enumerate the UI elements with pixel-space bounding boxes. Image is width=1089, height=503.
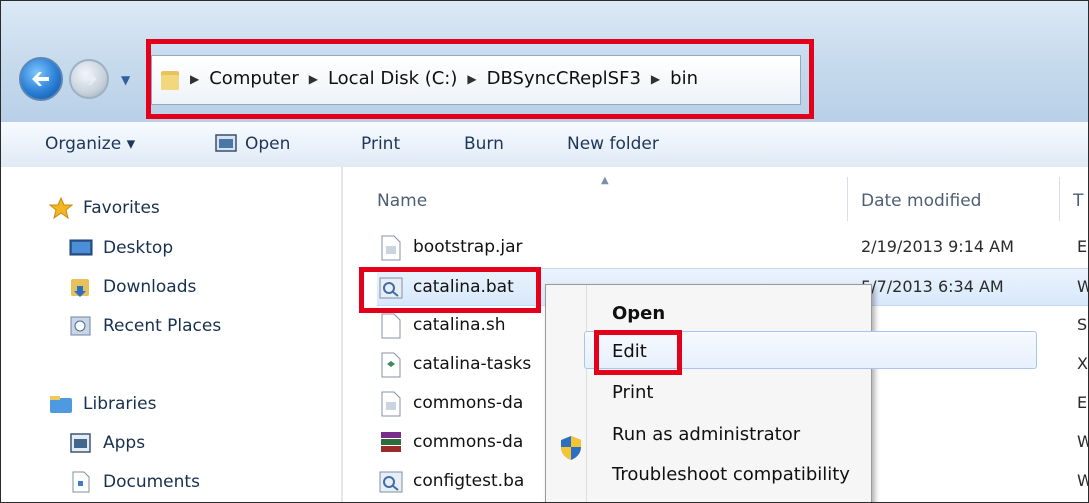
sidebar-item-recent-places[interactable]: Recent Places bbox=[69, 315, 221, 337]
back-button[interactable] bbox=[19, 57, 63, 101]
sidebar-item-favorites[interactable]: Favorites bbox=[49, 197, 160, 219]
address-highlight-box bbox=[146, 39, 814, 119]
sidebar-item-libraries[interactable]: Libraries bbox=[49, 393, 156, 415]
file-name: commons-da bbox=[413, 393, 524, 413]
new-folder-button[interactable]: New folder bbox=[567, 134, 659, 154]
column-divider[interactable] bbox=[847, 177, 848, 221]
xml-file-icon bbox=[381, 352, 401, 378]
text-file-icon bbox=[381, 313, 401, 339]
menu-gutter bbox=[586, 285, 587, 502]
file-type: E bbox=[1077, 393, 1088, 412]
menu-item-print[interactable]: Print bbox=[612, 382, 653, 403]
sidebar-item-label: Libraries bbox=[83, 394, 157, 414]
command-toolbar: Organize ▾ Open Print Burn New folder bbox=[1, 121, 1088, 169]
sidebar-item-downloads[interactable]: Downloads bbox=[69, 276, 196, 298]
forward-button[interactable] bbox=[69, 59, 109, 99]
organize-button[interactable]: Organize ▾ bbox=[45, 134, 135, 154]
file-name: configtest.ba bbox=[413, 471, 525, 491]
burn-button[interactable]: Burn bbox=[464, 134, 504, 154]
sidebar-item-documents[interactable]: Documents bbox=[69, 471, 200, 493]
open-app-icon bbox=[215, 134, 237, 152]
file-date: 5/7/2013 6:34 AM bbox=[861, 277, 1004, 296]
navigation-pane: Favorites Desktop Downloads Recent Place… bbox=[1, 167, 341, 502]
sidebar-item-label: Recent Places bbox=[103, 316, 222, 336]
catalina-highlight-box bbox=[359, 267, 541, 313]
sidebar-item-label: Desktop bbox=[103, 238, 174, 258]
file-date: 2/19/2013 9:14 AM bbox=[861, 237, 1014, 256]
open-button[interactable]: Open bbox=[215, 134, 290, 154]
explorer-window: ▼ ▶ Computer ▶ Local Disk (C:) ▶ DBSyncC… bbox=[0, 0, 1089, 503]
forward-arrow-icon bbox=[82, 73, 97, 85]
file-name: catalina.sh bbox=[413, 315, 506, 335]
sidebar-item-label: Apps bbox=[103, 433, 146, 453]
apps-icon bbox=[70, 433, 91, 453]
desktop-icon bbox=[69, 239, 93, 256]
documents-icon bbox=[72, 471, 90, 493]
file-type: E bbox=[1077, 237, 1088, 256]
file-name: catalina-tasks bbox=[413, 354, 532, 374]
file-name: bootstrap.jar bbox=[413, 237, 523, 257]
print-button[interactable]: Print bbox=[361, 134, 400, 154]
recent-places-icon bbox=[70, 316, 91, 336]
column-header-type[interactable]: T bbox=[1073, 191, 1083, 211]
context-menu: Open Edit Print Run as administrator Tro… bbox=[545, 284, 1037, 502]
sidebar-item-label: Documents bbox=[103, 472, 200, 492]
file-type: S bbox=[1077, 315, 1088, 334]
jar-file-icon bbox=[381, 235, 401, 261]
file-type: W bbox=[1077, 432, 1088, 451]
jar-file-icon bbox=[381, 391, 401, 417]
file-type: W bbox=[1077, 471, 1088, 490]
menu-item-open[interactable]: Open bbox=[612, 303, 665, 324]
table-row[interactable]: bootstrap.jar 2/19/2013 9:14 AM E bbox=[377, 229, 1088, 267]
sidebar-item-label: Downloads bbox=[103, 277, 197, 297]
sort-ascending-icon: ▲ bbox=[601, 175, 609, 186]
menu-item-troubleshoot-compatibility[interactable]: Troubleshoot compatibility bbox=[612, 464, 850, 485]
sidebar-item-apps[interactable]: Apps bbox=[69, 432, 145, 454]
archive-file-icon bbox=[381, 432, 401, 452]
column-divider[interactable] bbox=[1059, 177, 1060, 221]
back-arrow-icon bbox=[32, 72, 49, 86]
menu-item-run-as-administrator[interactable]: Run as administrator bbox=[612, 424, 800, 445]
column-header-name[interactable]: Name bbox=[377, 191, 427, 211]
libraries-icon bbox=[50, 396, 72, 413]
sidebar-item-desktop[interactable]: Desktop bbox=[69, 237, 173, 259]
open-button-label: Open bbox=[245, 134, 291, 154]
sidebar-item-label: Favorites bbox=[83, 198, 160, 218]
edit-highlight-box bbox=[594, 330, 682, 375]
file-type: W bbox=[1077, 277, 1088, 296]
star-icon bbox=[49, 197, 73, 219]
recent-pages-dropdown-icon[interactable]: ▼ bbox=[121, 73, 130, 87]
uac-shield-icon bbox=[561, 436, 581, 460]
downloads-icon bbox=[71, 279, 89, 297]
file-name: commons-da bbox=[413, 432, 524, 452]
bat-file-icon bbox=[379, 471, 403, 493]
column-header-date-modified[interactable]: Date modified bbox=[861, 191, 981, 211]
file-type: X bbox=[1077, 354, 1088, 373]
